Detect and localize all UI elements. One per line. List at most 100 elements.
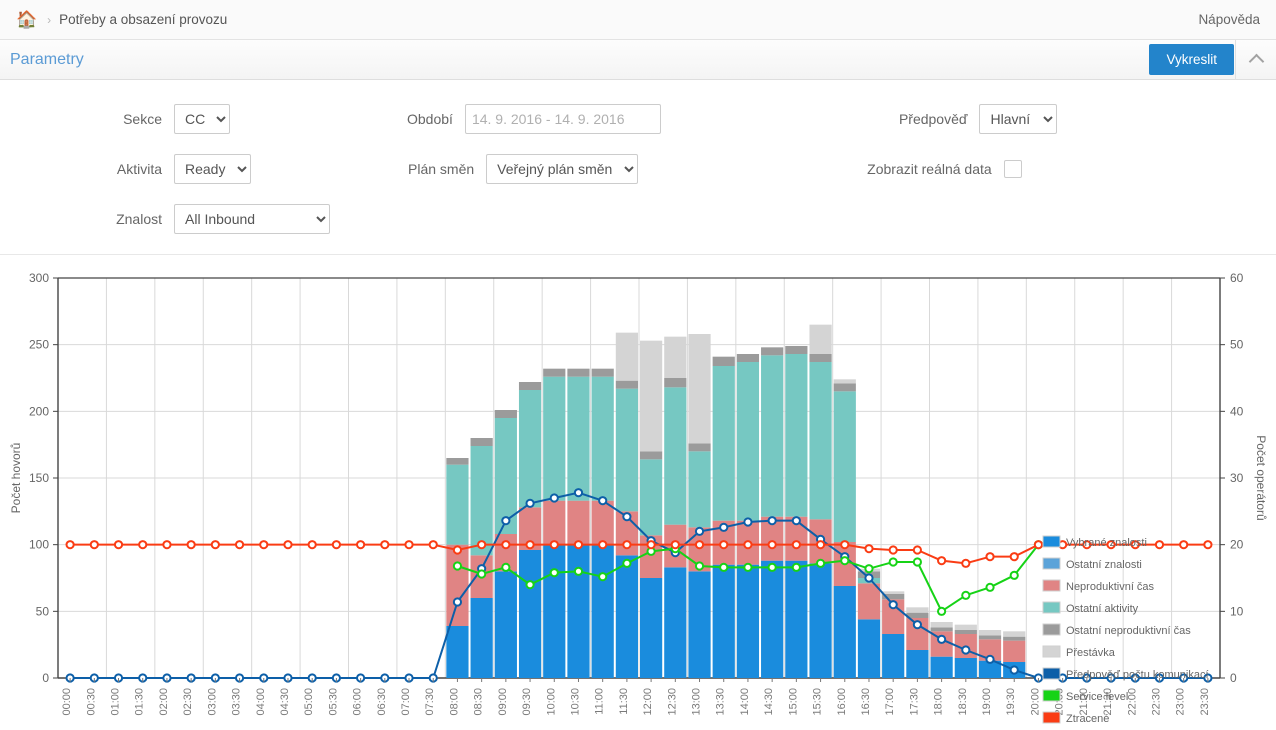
- help-link[interactable]: Nápověda: [1198, 12, 1260, 27]
- data-point: [138, 540, 148, 550]
- y2-tick-label: 40: [1230, 404, 1244, 418]
- bar-segment: [664, 378, 687, 388]
- data-point: [1179, 540, 1189, 550]
- aktivita-select[interactable]: Ready: [174, 154, 251, 184]
- parameters-form: Sekce CC Období Předpověď Hlavní Aktivit…: [0, 80, 1276, 255]
- data-point: [549, 568, 559, 578]
- bar-segment: [446, 458, 469, 465]
- data-point: [888, 557, 898, 567]
- x-tick-label: 15:00: [787, 688, 799, 716]
- x-tick-label: 03:00: [206, 688, 218, 716]
- predpoved-select[interactable]: Hlavní: [979, 104, 1058, 134]
- x-tick-label: 19:30: [1005, 688, 1017, 716]
- bar-segment: [567, 376, 590, 501]
- x-tick-label: 17:30: [908, 688, 920, 716]
- y2-axis-title: Počet operátorů: [1254, 435, 1268, 520]
- data-point: [719, 562, 729, 572]
- bar-segment: [930, 622, 953, 628]
- x-tick-label: 13:00: [691, 688, 703, 716]
- x-tick-label: 00:30: [85, 688, 97, 716]
- realna-data-label: Zobrazit reálná data: [867, 161, 992, 177]
- x-tick-label: 23:30: [1199, 688, 1211, 716]
- bar-segment: [954, 630, 977, 634]
- bar-segment: [688, 334, 711, 444]
- plan-smen-select[interactable]: Veřejný plán směn: [486, 154, 639, 184]
- data-point: [864, 573, 874, 583]
- bar-segment: [470, 598, 493, 678]
- bar-segment: [809, 354, 832, 362]
- breadcrumb-separator: ›: [47, 12, 52, 27]
- collapse-panel-button[interactable]: [1235, 39, 1276, 80]
- bar-segment: [615, 380, 638, 389]
- legend-label: Neproduktivní čas: [1066, 581, 1155, 593]
- data-point: [985, 582, 995, 592]
- bar-segment: [833, 586, 856, 678]
- data-point: [525, 580, 535, 590]
- data-point: [719, 522, 729, 532]
- bar-segment: [736, 354, 760, 362]
- data-point: [234, 540, 245, 550]
- x-tick-label: 09:30: [521, 688, 533, 716]
- data-point: [162, 540, 172, 550]
- data-point: [767, 516, 777, 526]
- x-tick-label: 07:30: [424, 688, 436, 716]
- x-tick-label: 07:00: [400, 688, 412, 716]
- data-point: [525, 540, 535, 550]
- legend-label: Service level: [1066, 691, 1128, 703]
- realna-data-checkbox[interactable]: [1003, 160, 1022, 178]
- bar-segment: [688, 571, 711, 678]
- bar-segment: [494, 571, 517, 678]
- data-point: [598, 540, 608, 550]
- bar-segment: [640, 340, 663, 452]
- x-tick-label: 05:30: [327, 688, 339, 716]
- legend-swatch: [1042, 557, 1061, 570]
- znalost-select[interactable]: All Inbound: [174, 204, 330, 234]
- bar-segment: [615, 332, 638, 381]
- data-point: [815, 540, 826, 550]
- bar-segment: [567, 500, 590, 545]
- obdobi-input[interactable]: [464, 104, 661, 134]
- bar-segment: [809, 563, 832, 678]
- bar-segment: [978, 630, 1002, 636]
- y-tick-label: 150: [29, 471, 49, 485]
- bar-segment: [906, 650, 929, 678]
- bar-segment: [664, 567, 687, 678]
- draw-button[interactable]: Vykreslit: [1149, 44, 1234, 75]
- data-point: [961, 645, 971, 655]
- data-point: [1009, 552, 1019, 562]
- data-point: [259, 540, 269, 550]
- bar-segment: [591, 376, 614, 501]
- obdobi-label: Období: [407, 111, 453, 127]
- panel-header-actions: Vykreslit: [1149, 39, 1276, 80]
- bar-segment: [518, 550, 542, 678]
- home-icon[interactable]: 🏠: [16, 11, 37, 28]
- bar-segment: [857, 583, 881, 620]
- aktivita-label: Aktivita: [116, 161, 162, 177]
- y-tick-label: 50: [36, 604, 50, 618]
- data-point: [961, 590, 971, 600]
- bar-segment: [470, 438, 493, 446]
- bar-segment: [954, 658, 977, 678]
- legend-swatch: [1042, 645, 1061, 658]
- x-tick-label: 00:00: [61, 688, 73, 716]
- staffing-chart[interactable]: 0 50 100 150 200 250 300 0 10 20 30 40 50 60 Počet hov…: [0, 255, 1276, 730]
- x-tick-label: 08:00: [448, 688, 460, 716]
- data-point: [864, 564, 874, 574]
- bar-segment: [857, 619, 881, 678]
- sekce-select[interactable]: CC: [174, 104, 230, 134]
- x-tick-label: 12:00: [642, 688, 654, 716]
- data-point: [1203, 540, 1213, 550]
- x-tick-label: 13:30: [715, 688, 727, 716]
- bar-segment: [712, 356, 735, 366]
- data-point: [549, 540, 559, 550]
- data-point: [573, 540, 584, 550]
- bar-segment: [809, 324, 832, 354]
- x-tick-label: 01:00: [110, 688, 122, 716]
- bar-segment: [712, 366, 735, 521]
- bar-segment: [640, 578, 663, 678]
- form-row-3: Znalost All Inbound: [0, 194, 1276, 244]
- x-tick-label: 18:30: [957, 688, 969, 716]
- y-tick-label: 250: [29, 338, 49, 352]
- data-point: [331, 540, 341, 550]
- data-point: [477, 569, 487, 579]
